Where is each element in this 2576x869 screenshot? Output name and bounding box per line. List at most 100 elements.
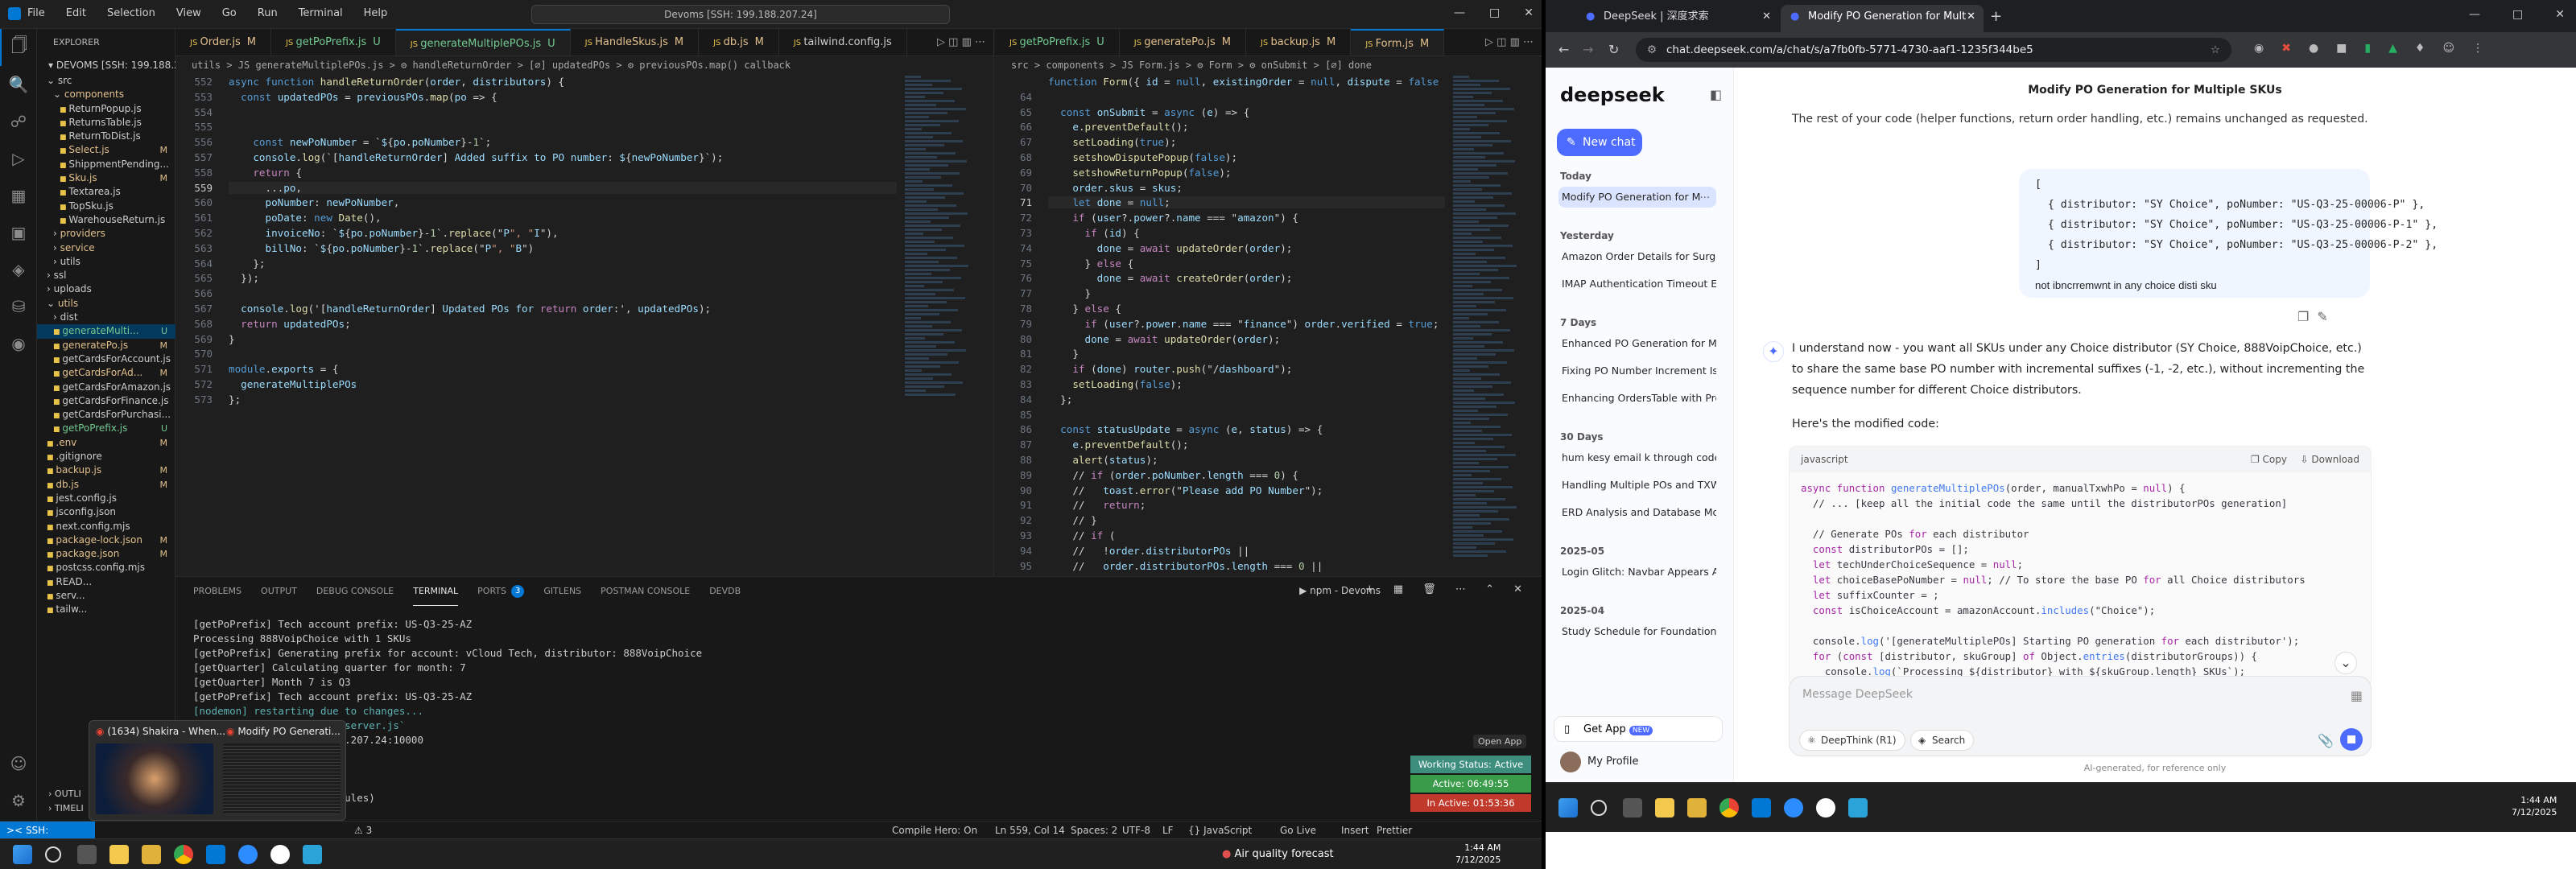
copy-code-button[interactable]: ❐ Copy xyxy=(2251,447,2287,472)
open-app-button[interactable]: Open App xyxy=(1473,735,1527,748)
editor-tab[interactable]: JS db.js M xyxy=(699,29,779,56)
panel-tab[interactable]: TERMINAL xyxy=(413,577,459,606)
task-view-icon[interactable] xyxy=(1623,798,1642,818)
copy-icon[interactable]: ❐ xyxy=(2297,309,2317,324)
search-icon[interactable] xyxy=(1591,800,1607,816)
remote-app-icon[interactable] xyxy=(303,845,322,864)
gitlens-icon[interactable]: ◈ xyxy=(0,251,37,288)
edit-icon[interactable]: ✎ xyxy=(2317,309,2335,324)
history-item[interactable]: hum kesy email k through code xyxy=(1558,447,1716,468)
deepthink-button[interactable]: ⚛ DeepThink (R1) xyxy=(1799,730,1905,751)
tree-item[interactable]: ■ getPoPrefix.js U xyxy=(37,422,175,435)
workspace-folder[interactable]: ▾ DEVOMS [SSH: 199.188.20... xyxy=(37,56,196,74)
history-item[interactable]: ERD Analysis and Database Mod xyxy=(1558,502,1716,523)
compile-hero-status[interactable]: Compile Hero: On xyxy=(892,822,977,839)
panel-actions[interactable]: + ▦ 🗑 ⋯ ⌃ ✕ xyxy=(1365,583,1530,595)
reload-icon[interactable]: ↻ xyxy=(1608,42,1619,57)
minimap-right[interactable] xyxy=(1450,76,1530,576)
panel-tab[interactable]: GITLENS xyxy=(543,577,581,606)
history-item[interactable]: Fixing PO Number Increment Iss xyxy=(1558,360,1716,381)
tree-item[interactable]: ⌄ src xyxy=(37,74,175,88)
history-item[interactable]: IMAP Authentication Timeout Er xyxy=(1558,274,1716,294)
editor-actions[interactable]: ▷ ◫ ▥ ⋯ xyxy=(929,29,993,56)
run-debug-icon[interactable]: ▷ xyxy=(0,140,37,177)
menu-item[interactable]: Help xyxy=(364,7,388,19)
prettier[interactable]: Prettier xyxy=(1377,822,1412,839)
profile-icon[interactable]: ☺ xyxy=(2442,42,2454,55)
history-item[interactable]: Modify PO Generation for M ⋯ xyxy=(1558,187,1716,208)
tree-item[interactable]: ■ getCardsForPurchasi... xyxy=(37,408,175,422)
tree-item[interactable]: ■ .env M xyxy=(37,436,175,450)
history-item[interactable]: Enhancing OrdersTable with Prof xyxy=(1558,388,1716,409)
stop-button[interactable] xyxy=(2340,728,2363,751)
zoom-icon[interactable] xyxy=(1784,798,1803,818)
tree-item[interactable]: ■ package.json M xyxy=(37,547,175,561)
tree-item[interactable]: ■ .gitignore xyxy=(37,450,175,463)
extension-icon[interactable]: ■ xyxy=(2336,42,2347,55)
weather-widget[interactable]: ● Air quality forecast xyxy=(1222,848,1334,860)
new-tab-icon[interactable]: + xyxy=(1990,8,2002,25)
tree-item[interactable]: ■ getCardsForAd... M xyxy=(37,366,175,380)
bookmark-star-icon[interactable]: ☆ xyxy=(2211,38,2220,62)
editor-tab[interactable]: JS Order.js M xyxy=(175,29,271,56)
sticky-scroll-line[interactable]: function Form({ id = null, existingOrder… xyxy=(1048,76,1445,90)
go-live[interactable]: Go Live xyxy=(1280,822,1316,839)
remote-indicator[interactable]: >< SSH: 199.188.2 xyxy=(0,822,95,854)
tree-item[interactable]: ■ getCardsForAccount.js xyxy=(37,352,175,366)
panel-tab[interactable]: DEVDB xyxy=(709,577,741,606)
extension-icon[interactable]: ✖ xyxy=(2281,42,2291,55)
tree-item[interactable]: ■ generatePo.js M xyxy=(37,339,175,352)
new-chat-button[interactable]: ✎ New chat xyxy=(1557,129,1642,156)
panel-tab[interactable]: PORTS xyxy=(477,577,506,606)
tree-item[interactable]: ■ TopSku.js xyxy=(37,200,175,213)
editor-actions[interactable]: ▷ ◫ ▥ ⋯ xyxy=(1477,29,1542,56)
encoding[interactable]: UTF-8 xyxy=(1122,822,1150,839)
store-icon[interactable] xyxy=(1687,798,1707,818)
explorer-icon[interactable]: 🗍 xyxy=(0,29,37,66)
my-profile[interactable]: My Profile xyxy=(1554,750,1638,774)
error-count[interactable]: ⚠ 3 xyxy=(354,822,372,839)
menu-item[interactable]: Run xyxy=(258,7,278,19)
editor-tab[interactable]: JS generateMultiplePOs.js U xyxy=(395,29,571,56)
editor-tab[interactable]: JS HandleSkus.js M xyxy=(571,29,700,56)
windows-start-icon[interactable] xyxy=(13,845,32,864)
tree-item[interactable]: ■ tailw... xyxy=(37,603,175,616)
gear-icon[interactable]: ⚙ xyxy=(0,782,37,819)
search-icon[interactable]: 🔍 xyxy=(0,66,37,103)
app-icon[interactable] xyxy=(270,845,290,864)
app-icon[interactable]: ▦ xyxy=(2351,688,2363,703)
tree-item[interactable]: ■ db.js M xyxy=(37,478,175,492)
store-icon[interactable] xyxy=(142,845,161,864)
tree-item[interactable]: ■ getCardsForAmazon.js xyxy=(37,381,175,394)
extension-icon[interactable]: ▮ xyxy=(2364,42,2371,55)
search-icon[interactable] xyxy=(45,846,61,863)
panel-tab[interactable]: DEBUG CONSOLE xyxy=(316,577,394,606)
download-code-button[interactable]: ⇩ Download xyxy=(2300,447,2359,472)
maximize-icon[interactable]: □ xyxy=(2512,8,2523,21)
menu-item[interactable]: Go xyxy=(222,7,237,19)
minimize-icon[interactable]: — xyxy=(1454,6,1465,19)
more-icon[interactable]: ⋯ xyxy=(1700,187,1711,208)
close-tab-icon[interactable]: ✕ xyxy=(1967,5,1975,29)
chrome-icon[interactable] xyxy=(174,845,193,864)
command-center[interactable]: Devoms [SSH: 199.188.207.24] xyxy=(531,5,950,24)
remote-app-icon[interactable] xyxy=(1848,798,1868,818)
tree-item[interactable]: ■ next.config.mjs xyxy=(37,520,175,533)
editor-tab[interactable]: JS getPoPrefix.js U xyxy=(271,29,396,56)
account-icon[interactable]: ☺ xyxy=(0,745,37,782)
close-icon[interactable]: ✕ xyxy=(1524,6,1534,19)
minimap-left[interactable] xyxy=(902,76,982,576)
editor-tab[interactable]: JS Form.js M xyxy=(1351,29,1445,56)
language-mode[interactable]: {} JavaScript xyxy=(1188,822,1252,839)
minimize-icon[interactable]: — xyxy=(2469,8,2480,21)
maximize-icon[interactable]: □ xyxy=(1489,6,1500,19)
file-explorer-icon[interactable] xyxy=(109,845,129,864)
remote-explorer-icon[interactable]: ▣ xyxy=(0,214,37,251)
database-icon[interactable]: ⛁ xyxy=(0,288,37,325)
file-explorer-icon[interactable] xyxy=(1655,798,1674,818)
timeline-section[interactable]: › TIMELI xyxy=(37,800,84,818)
tree-item[interactable]: ■ package-lock.json M xyxy=(37,533,175,547)
thumb-title-1[interactable]: ◉ (1634) Shakira - When... xyxy=(96,726,225,737)
menu-item[interactable]: View xyxy=(176,7,201,19)
tree-item[interactable]: › utils xyxy=(37,255,175,269)
